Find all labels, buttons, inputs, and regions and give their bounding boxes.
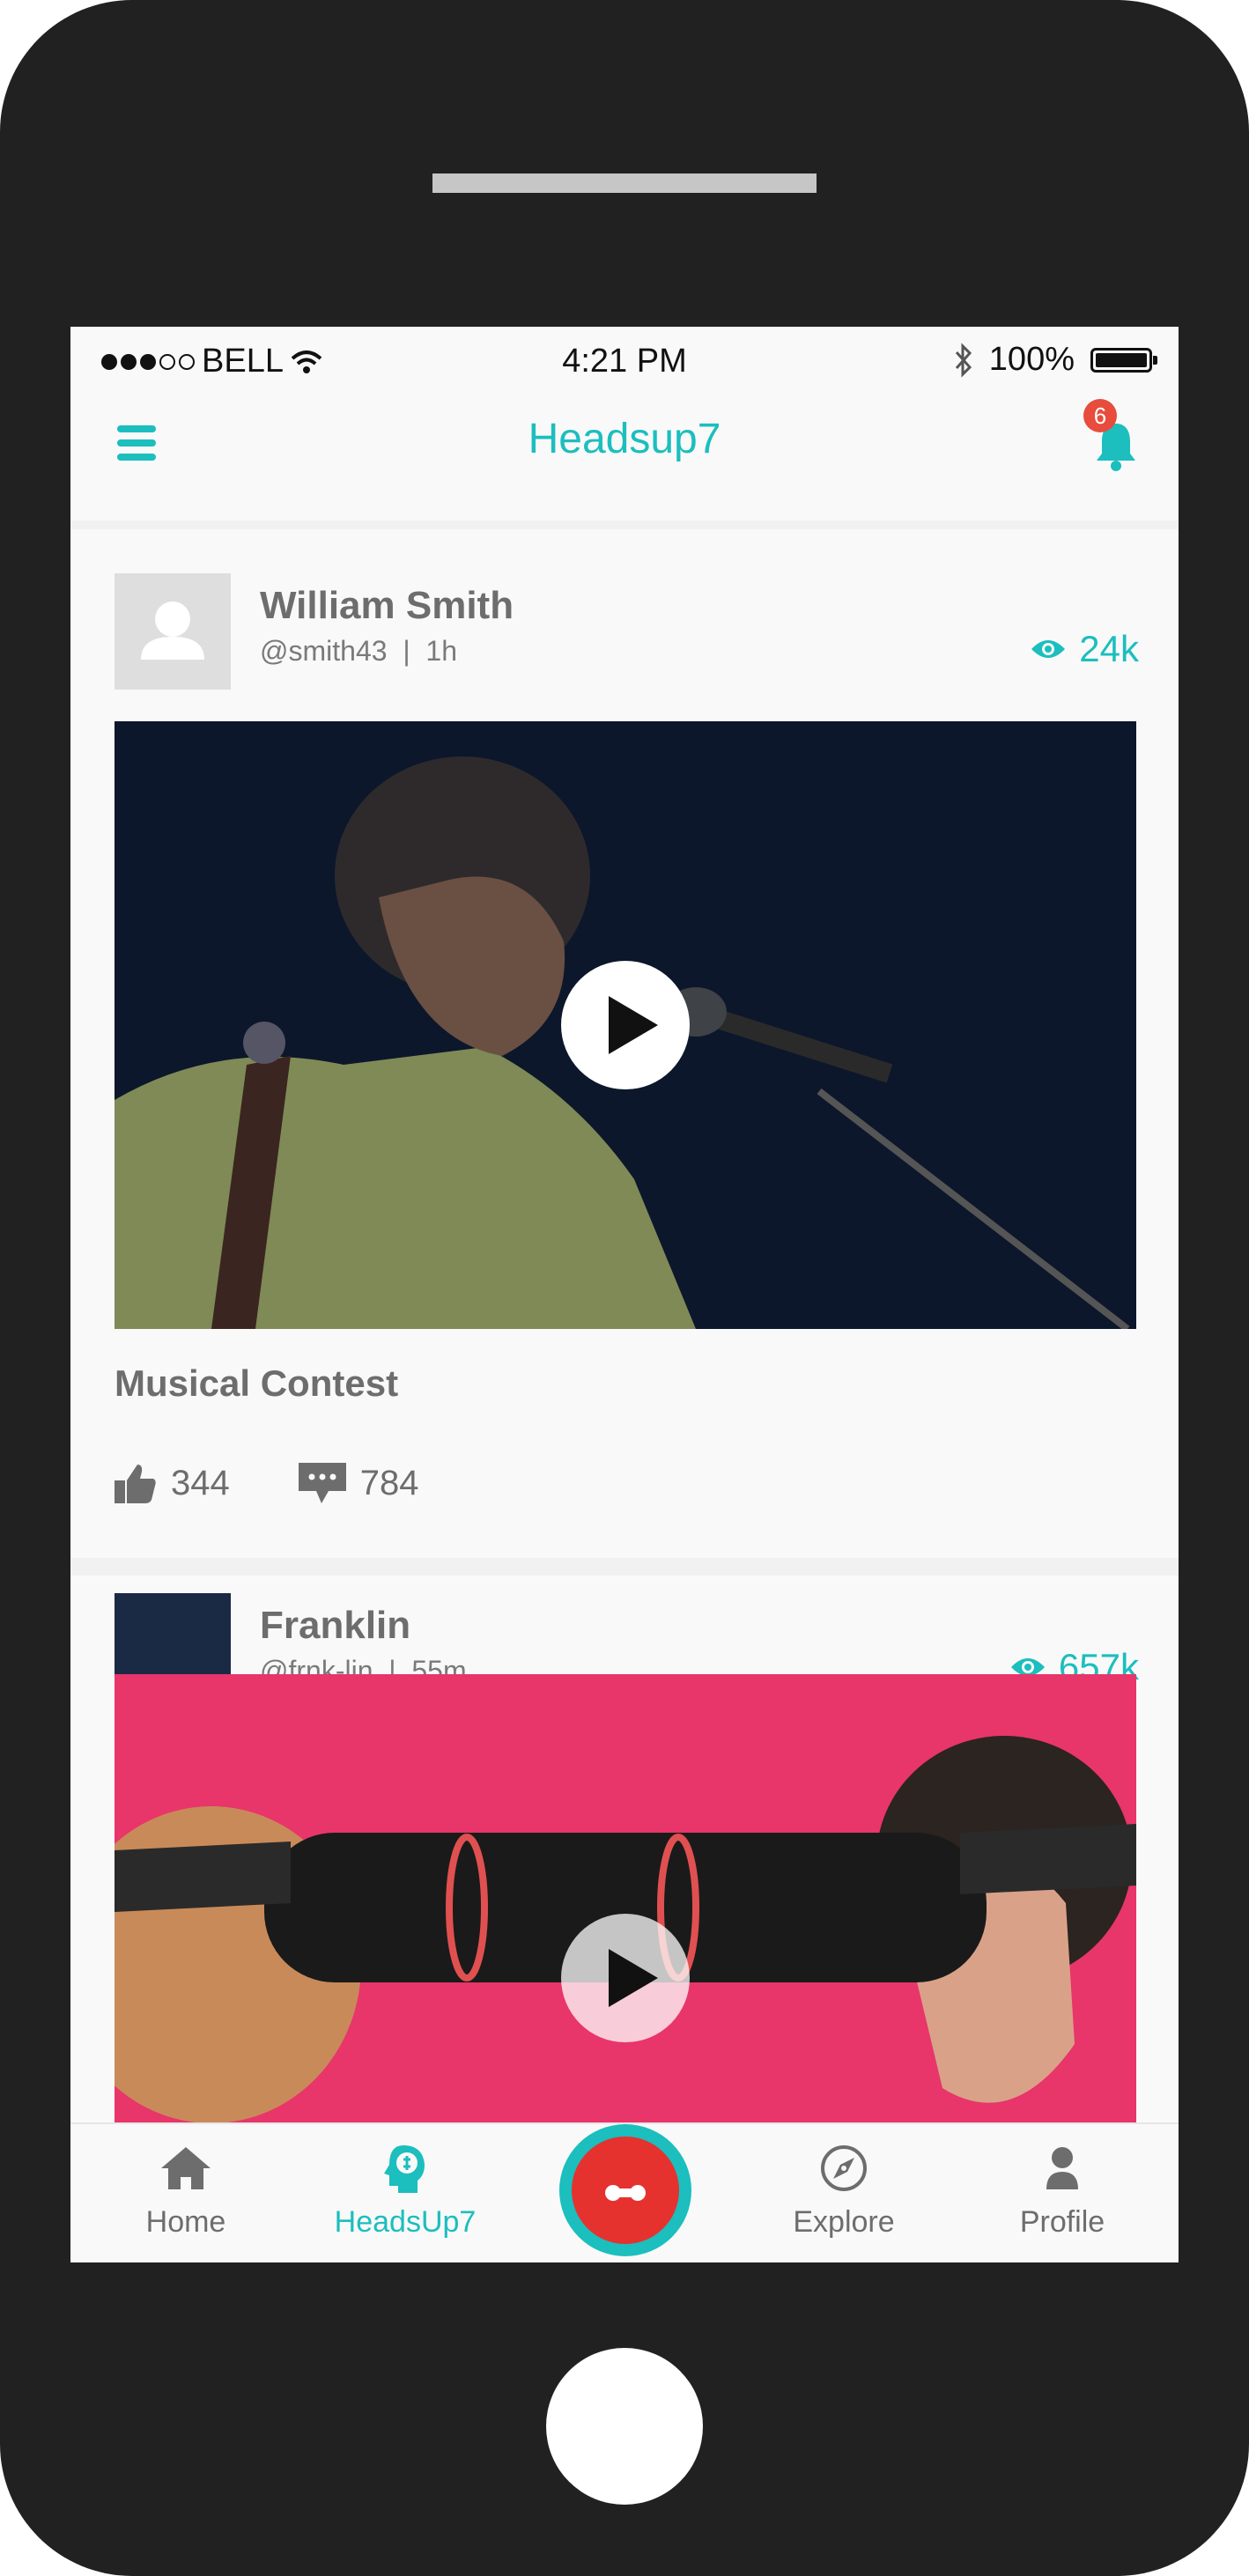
eye-icon bbox=[1031, 640, 1066, 658]
tab-explore[interactable]: Explore bbox=[756, 2140, 932, 2240]
avatar[interactable] bbox=[115, 573, 231, 690]
tab-headsup7[interactable]: HeadsUp7 bbox=[317, 2140, 493, 2240]
status-right: 100% bbox=[954, 341, 1157, 379]
user-name[interactable]: William Smith bbox=[260, 584, 514, 628]
post-stats: 344 784 bbox=[115, 1463, 488, 1503]
notification-badge: 6 bbox=[1083, 399, 1117, 432]
comment-icon bbox=[298, 1463, 346, 1503]
page-title: Headsup7 bbox=[528, 416, 721, 462]
video-thumbnail[interactable] bbox=[115, 721, 1136, 1329]
like-count: 344 bbox=[171, 1463, 230, 1502]
top-navbar: Headsup7 6 bbox=[70, 395, 1179, 520]
phone-speaker bbox=[432, 173, 817, 193]
profile-icon bbox=[1046, 2147, 1078, 2189]
avatar-placeholder-icon bbox=[141, 602, 204, 660]
bluetooth-icon bbox=[955, 342, 972, 378]
headsup-icon bbox=[384, 2145, 425, 2193]
view-count: 24k bbox=[1030, 628, 1139, 670]
post-title: Musical Contest bbox=[115, 1362, 399, 1404]
home-icon bbox=[161, 2147, 211, 2189]
tab-label: HeadsUp7 bbox=[334, 2205, 477, 2239]
tab-home[interactable]: Home bbox=[98, 2140, 274, 2240]
status-bar: BELL 4:21 PM 100% bbox=[70, 327, 1179, 395]
feed-card: William Smith @smith43 | 1h 24k Musical … bbox=[70, 529, 1179, 1558]
voicemail-icon bbox=[605, 2185, 646, 2201]
handle-text: @smith43 bbox=[260, 635, 388, 667]
play-button[interactable] bbox=[561, 961, 690, 1089]
user-handle: @smith43 | 1h bbox=[260, 635, 457, 667]
view-count-text: 24k bbox=[1079, 628, 1139, 669]
phone-frame: BELL 4:21 PM 100% Headsup7 6 William Smi… bbox=[0, 0, 1249, 2576]
tab-profile[interactable]: Profile bbox=[974, 2140, 1150, 2240]
bottom-tab-bar: Home HeadsUp7 Explore Profile bbox=[70, 2122, 1179, 2262]
comment-count: 784 bbox=[359, 1463, 419, 1502]
phone-home-button[interactable] bbox=[546, 2348, 703, 2505]
compass-icon bbox=[821, 2145, 867, 2191]
comment-group[interactable]: 784 bbox=[298, 1463, 419, 1503]
play-button[interactable] bbox=[561, 1914, 690, 2042]
tab-label: Home bbox=[145, 2205, 226, 2239]
app-screen: BELL 4:21 PM 100% Headsup7 6 William Smi… bbox=[70, 327, 1179, 2262]
like-group[interactable]: 344 bbox=[115, 1463, 230, 1503]
battery-percent: 100% bbox=[988, 341, 1075, 378]
user-name[interactable]: Franklin bbox=[260, 1604, 410, 1648]
battery-icon bbox=[1090, 347, 1157, 373]
tab-label: Explore bbox=[793, 2205, 895, 2239]
record-button[interactable] bbox=[559, 2124, 691, 2256]
post-time: 1h bbox=[425, 635, 457, 667]
tab-label: Profile bbox=[1019, 2205, 1105, 2239]
thumbs-up-icon bbox=[115, 1465, 156, 1503]
